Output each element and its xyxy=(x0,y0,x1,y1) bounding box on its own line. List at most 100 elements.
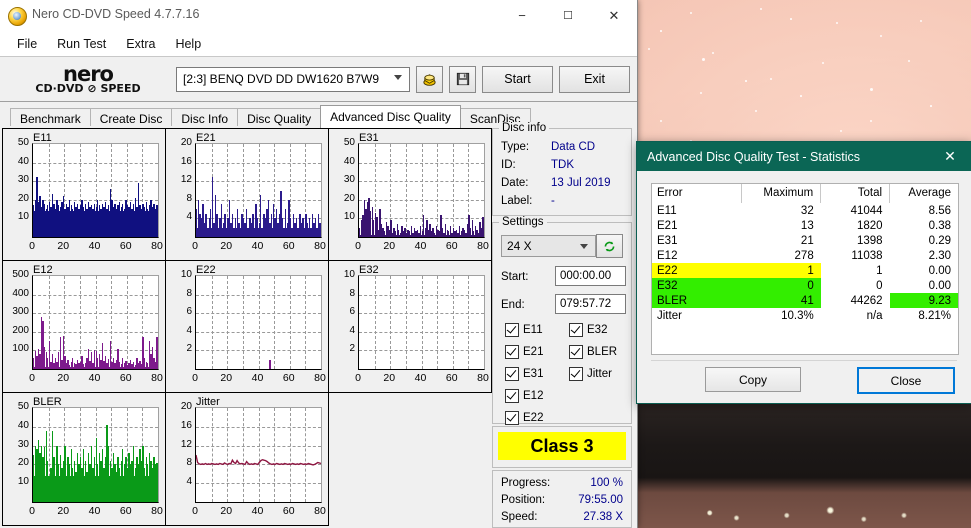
y-tick-label: 30 xyxy=(17,174,29,186)
wallpaper-star xyxy=(745,80,747,82)
wallpaper-star xyxy=(702,58,705,61)
minimize-button[interactable]: − xyxy=(499,0,545,31)
table-row[interactable]: E32 0 0 0.00 xyxy=(652,278,958,293)
cell-average: 9.23 xyxy=(889,293,958,308)
cell-average: 8.56 xyxy=(928,204,951,217)
series-e12 xyxy=(33,276,158,369)
plot-area-jitter xyxy=(195,407,322,503)
wallpaper-star xyxy=(660,120,662,122)
checkbox-e12[interactable]: E12 xyxy=(505,389,543,403)
eject-disc-button[interactable] xyxy=(416,65,443,93)
speed-select[interactable]: 24 X xyxy=(501,235,596,257)
x-tick-label: 60 xyxy=(282,372,295,384)
wallpaper-star xyxy=(690,12,692,14)
menu-item-file[interactable]: File xyxy=(8,34,46,54)
graph-e31: E31 10 20 30 40 50 0 20 40 60 80 xyxy=(328,128,492,261)
save-results-button[interactable] xyxy=(449,65,476,93)
tab-advanced-disc-quality[interactable]: Advanced Disc Quality xyxy=(320,105,461,128)
checkbox-e32-label: E32 xyxy=(587,324,608,336)
refresh-button[interactable] xyxy=(596,234,623,258)
tab-benchmark[interactable]: Benchmark xyxy=(10,108,91,128)
column-header-total[interactable]: Total xyxy=(820,184,891,203)
wallpaper-star xyxy=(930,105,932,107)
x-tick-label: 20 xyxy=(383,240,396,252)
cell-total: 1398 xyxy=(856,234,883,247)
y-tick-label: 6 xyxy=(349,306,355,318)
x-tick-label: 0 xyxy=(192,505,198,517)
y-tick-label: 400 xyxy=(12,287,29,299)
close-button[interactable]: ✕ xyxy=(591,0,637,31)
checkbox-bler-label: BLER xyxy=(587,346,618,358)
table-row[interactable]: E12 278 11038 2.30 xyxy=(652,248,958,263)
graph-e12: E12 100 200 300 400 500 0 20 40 60 80 xyxy=(2,260,166,393)
checkbox-e22[interactable]: E22 xyxy=(505,411,543,425)
advanced-disc-quality-panel: E11 10 20 30 40 50 0 20 40 60 80 E21 4 8 12 16 20 0 20 40 60… xyxy=(0,122,637,528)
checkbox-e21[interactable]: E21 xyxy=(505,345,543,359)
menu-item-help[interactable]: Help xyxy=(166,34,210,54)
checkbox-e32[interactable]: E32 xyxy=(569,323,607,337)
x-tick-label: 40 xyxy=(88,505,101,517)
exit-button[interactable]: Exit xyxy=(559,65,630,93)
checkbox-e12-label: E12 xyxy=(523,390,544,402)
tab-create-disc[interactable]: Create Disc xyxy=(89,108,173,128)
y-tick-label: 30 xyxy=(17,438,29,450)
maximize-button[interactable]: ☐ xyxy=(545,0,591,31)
jitter-line xyxy=(196,454,321,466)
x-tick-label: 60 xyxy=(119,372,132,384)
start-button[interactable]: Start xyxy=(482,65,553,93)
wallpaper-star xyxy=(660,30,662,32)
wallpaper-star xyxy=(920,20,922,22)
cell-error: E31 xyxy=(657,234,678,247)
wallpaper-star xyxy=(755,110,757,112)
checkbox-e31[interactable]: E31 xyxy=(505,367,543,381)
cell-maximum: 21 xyxy=(800,234,814,247)
tab-disc-info[interactable]: Disc Info xyxy=(171,108,239,128)
table-row[interactable]: E31 21 1398 0.29 xyxy=(652,233,958,248)
end-time-value: 079:57.72 xyxy=(560,298,612,310)
cell-average: 8.21% xyxy=(918,309,951,322)
column-header-error[interactable]: Error xyxy=(652,184,742,203)
drive-select[interactable]: [2:3] BENQ DVD DD DW1620 B7W9 xyxy=(176,66,410,92)
statistics-dialog-close-button[interactable]: ✕ xyxy=(929,142,971,171)
nero-app-icon xyxy=(8,7,27,26)
graph-e22: E22 2 4 6 8 10 0 20 40 60 80 xyxy=(165,260,329,393)
cell-maximum: 13 xyxy=(800,219,814,232)
table-row[interactable]: E21 13 1820 0.38 xyxy=(652,218,958,233)
disc-label-value: - xyxy=(551,195,555,207)
cell-total: 41044 xyxy=(850,204,883,217)
y-tick-label: 10 xyxy=(17,476,29,488)
disc-type-value: Data CD xyxy=(551,141,596,153)
checkmark-icon xyxy=(505,411,519,425)
end-time-input[interactable]: 079:57.72 xyxy=(555,294,626,314)
close-button-dialog[interactable]: Close xyxy=(857,367,955,394)
checkbox-bler[interactable]: BLER xyxy=(569,345,617,359)
y-tick-label: 50 xyxy=(17,401,29,412)
menu-item-run-test[interactable]: Run Test xyxy=(48,34,115,54)
x-tick-label: 60 xyxy=(445,372,458,384)
class-result-group: Class 3 xyxy=(492,426,632,468)
nero-logo: nero CD·DVD ⊘ SPEED xyxy=(18,64,158,95)
checkmark-icon xyxy=(505,323,519,337)
menu-item-extra[interactable]: Extra xyxy=(117,34,164,54)
y-tick-label: 20 xyxy=(17,192,29,204)
checkbox-e11[interactable]: E11 xyxy=(505,323,543,337)
copy-button[interactable]: Copy xyxy=(705,367,801,392)
checkmark-icon xyxy=(569,367,583,381)
tab-disc-quality[interactable]: Disc Quality xyxy=(237,108,322,128)
checkbox-e11-label: E11 xyxy=(523,324,543,336)
checkmark-icon xyxy=(569,323,583,337)
y-tick-label: 10 xyxy=(17,211,29,223)
disc-type-label: Type: xyxy=(501,141,530,153)
column-header-average[interactable]: Average xyxy=(890,184,958,203)
checkbox-jitter[interactable]: Jitter xyxy=(569,367,612,381)
column-header-maximum[interactable]: Maximum xyxy=(741,184,822,203)
y-tick-label: 4 xyxy=(349,324,355,336)
table-row[interactable]: BLER 41 44262 9.23 xyxy=(652,293,958,308)
cell-total: 1 xyxy=(876,264,883,277)
y-tick-label: 4 xyxy=(186,476,192,488)
checkmark-icon xyxy=(505,389,519,403)
table-row[interactable]: E22 1 1 0.00 xyxy=(652,263,958,278)
table-row[interactable]: E11 32 41044 8.56 xyxy=(652,203,958,218)
start-time-input[interactable]: 000:00.00 xyxy=(555,266,626,286)
table-row[interactable]: Jitter 10.3% n/a 8.21% xyxy=(652,308,958,323)
